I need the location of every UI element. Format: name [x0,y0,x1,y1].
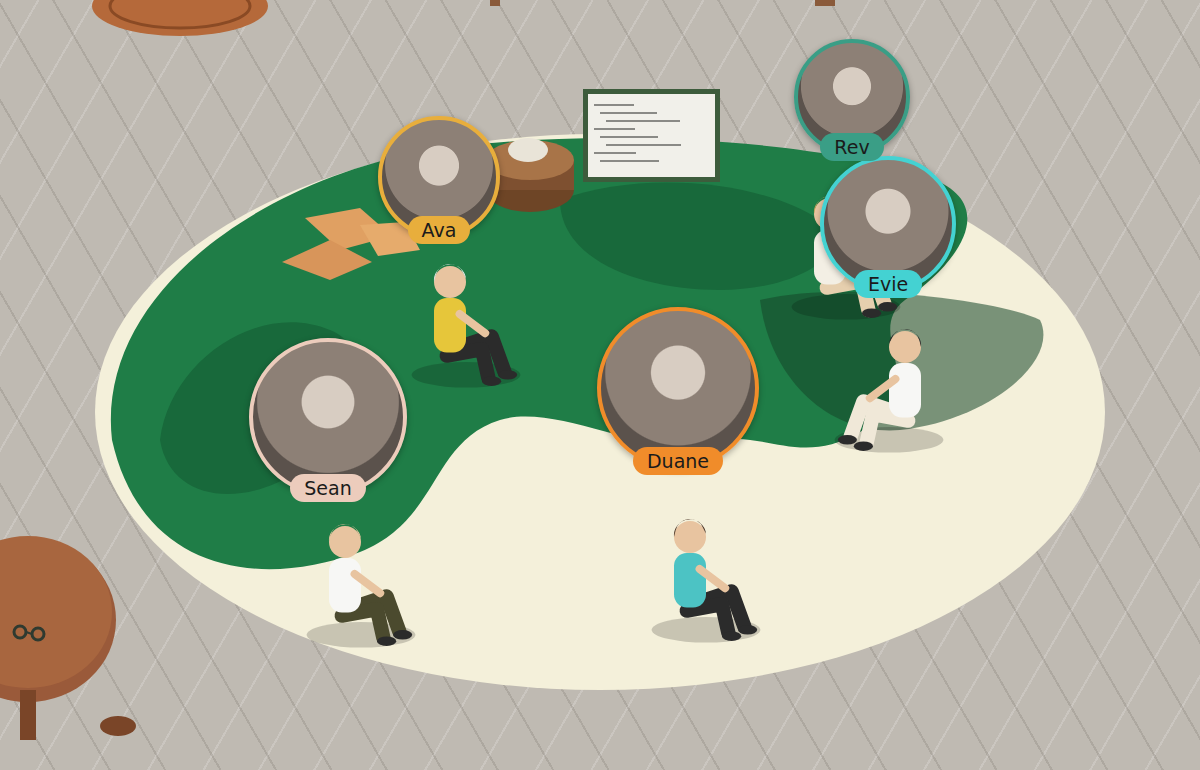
glasses-icon[interactable] [14,626,44,640]
avatar[interactable] [412,264,521,388]
side-table [0,536,136,740]
name-label: Duane [633,447,723,475]
virtual-room: Ava Rev Evie Sean Duane [0,0,1200,770]
avatar[interactable] [652,519,761,643]
round-rug [92,0,268,36]
name-label: Sean [290,474,365,502]
participant[interactable]: Sean [249,338,407,502]
rug [95,134,1105,690]
table-leg [490,0,500,6]
table-leg [815,0,835,6]
participant[interactable]: Ava [378,116,500,244]
name-label: Rev [820,133,883,161]
whiteboard[interactable] [583,89,720,182]
video-feed[interactable] [249,338,407,496]
participant[interactable]: Evie [820,156,956,298]
video-feed[interactable] [597,307,759,469]
name-label: Ava [408,216,471,244]
participant[interactable]: Duane [597,307,759,475]
avatar[interactable] [835,329,944,453]
name-label: Evie [854,270,922,298]
participant[interactable]: Rev [794,39,910,161]
avatar[interactable] [307,524,416,648]
